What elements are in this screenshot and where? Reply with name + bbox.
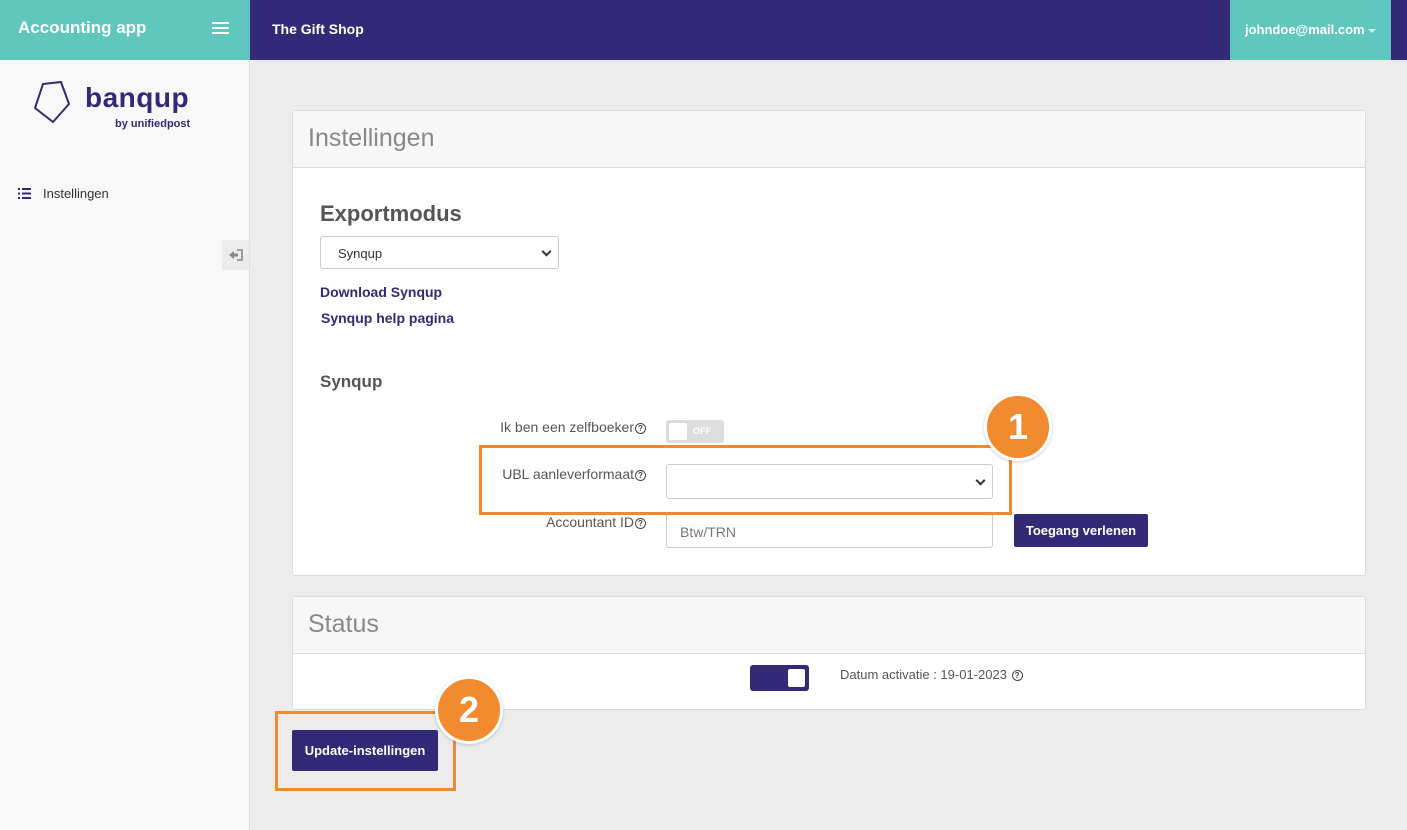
caret-down-icon: [1367, 28, 1376, 33]
self-booker-label: Ik ben een zelfboeker: [500, 419, 634, 435]
user-email: johndoe@mail.com: [1245, 22, 1365, 37]
logo-shape-icon: [34, 81, 70, 123]
toggle-knob: [669, 423, 687, 440]
synqup-heading: Synqup: [320, 372, 383, 391]
synqup-help-link[interactable]: Synqup help pagina: [321, 310, 454, 326]
step-badge-1: 1: [984, 393, 1052, 461]
grant-access-button[interactable]: Toegang verlenen: [1014, 514, 1148, 547]
step-badge-2: 2: [435, 676, 503, 744]
self-booker-label-row: Ik ben een zelfboeker?: [306, 419, 646, 435]
self-booker-toggle[interactable]: OFF: [666, 420, 724, 443]
activation-date-row: Datum activatie : 19-01-2023 ?: [840, 667, 1023, 682]
user-menu[interactable]: johndoe@mail.com: [1230, 0, 1391, 60]
highlight-box-ubl: [479, 445, 1012, 515]
shop-name: The Gift Shop: [272, 21, 364, 37]
toggle-state-text: OFF: [693, 426, 711, 436]
sign-in-icon: [228, 249, 243, 261]
question-circle-icon[interactable]: ?: [635, 518, 646, 529]
question-circle-icon[interactable]: ?: [635, 423, 646, 434]
export-mode-heading: Exportmodus: [320, 201, 462, 226]
banqup-logo: banqup by unifiedpost: [33, 80, 190, 130]
accountant-id-label-row: Accountant ID?: [306, 514, 646, 530]
highlight-box-update: [275, 711, 456, 791]
export-mode-value: Synqup: [338, 246, 383, 261]
hamburger-menu-icon[interactable]: [212, 22, 229, 36]
sidebar-item-instellingen[interactable]: Instellingen: [18, 186, 109, 201]
logo-sub: by unifiedpost: [115, 118, 191, 130]
download-synqup-link[interactable]: Download Synqup: [320, 284, 442, 300]
accountant-id-label: Accountant ID: [546, 514, 634, 530]
toggle-knob: [788, 669, 805, 687]
app-title: Accounting app: [18, 18, 147, 37]
brand-area: Accounting app: [0, 0, 250, 60]
collapse-sidebar-button[interactable]: [222, 240, 249, 270]
top-navbar: Accounting app The Gift Shop johndoe@mai…: [0, 0, 1407, 60]
chevron-down-icon: [541, 246, 552, 257]
activation-date-text: Datum activatie : 19-01-2023: [840, 667, 1007, 682]
export-mode-select[interactable]: Synqup: [320, 236, 559, 269]
settings-panel-title: Instellingen: [293, 111, 1365, 168]
list-icon: [18, 188, 31, 199]
question-circle-icon[interactable]: ?: [1011, 670, 1023, 681]
sidebar: banqup by unifiedpost Instellingen: [0, 60, 250, 830]
status-toggle[interactable]: [750, 665, 809, 691]
accountant-id-input[interactable]: Btw/TRN: [666, 513, 993, 548]
logo-word: banqup: [85, 82, 190, 113]
sidebar-item-label: Instellingen: [43, 186, 109, 201]
status-panel-title: Status: [293, 597, 1365, 654]
